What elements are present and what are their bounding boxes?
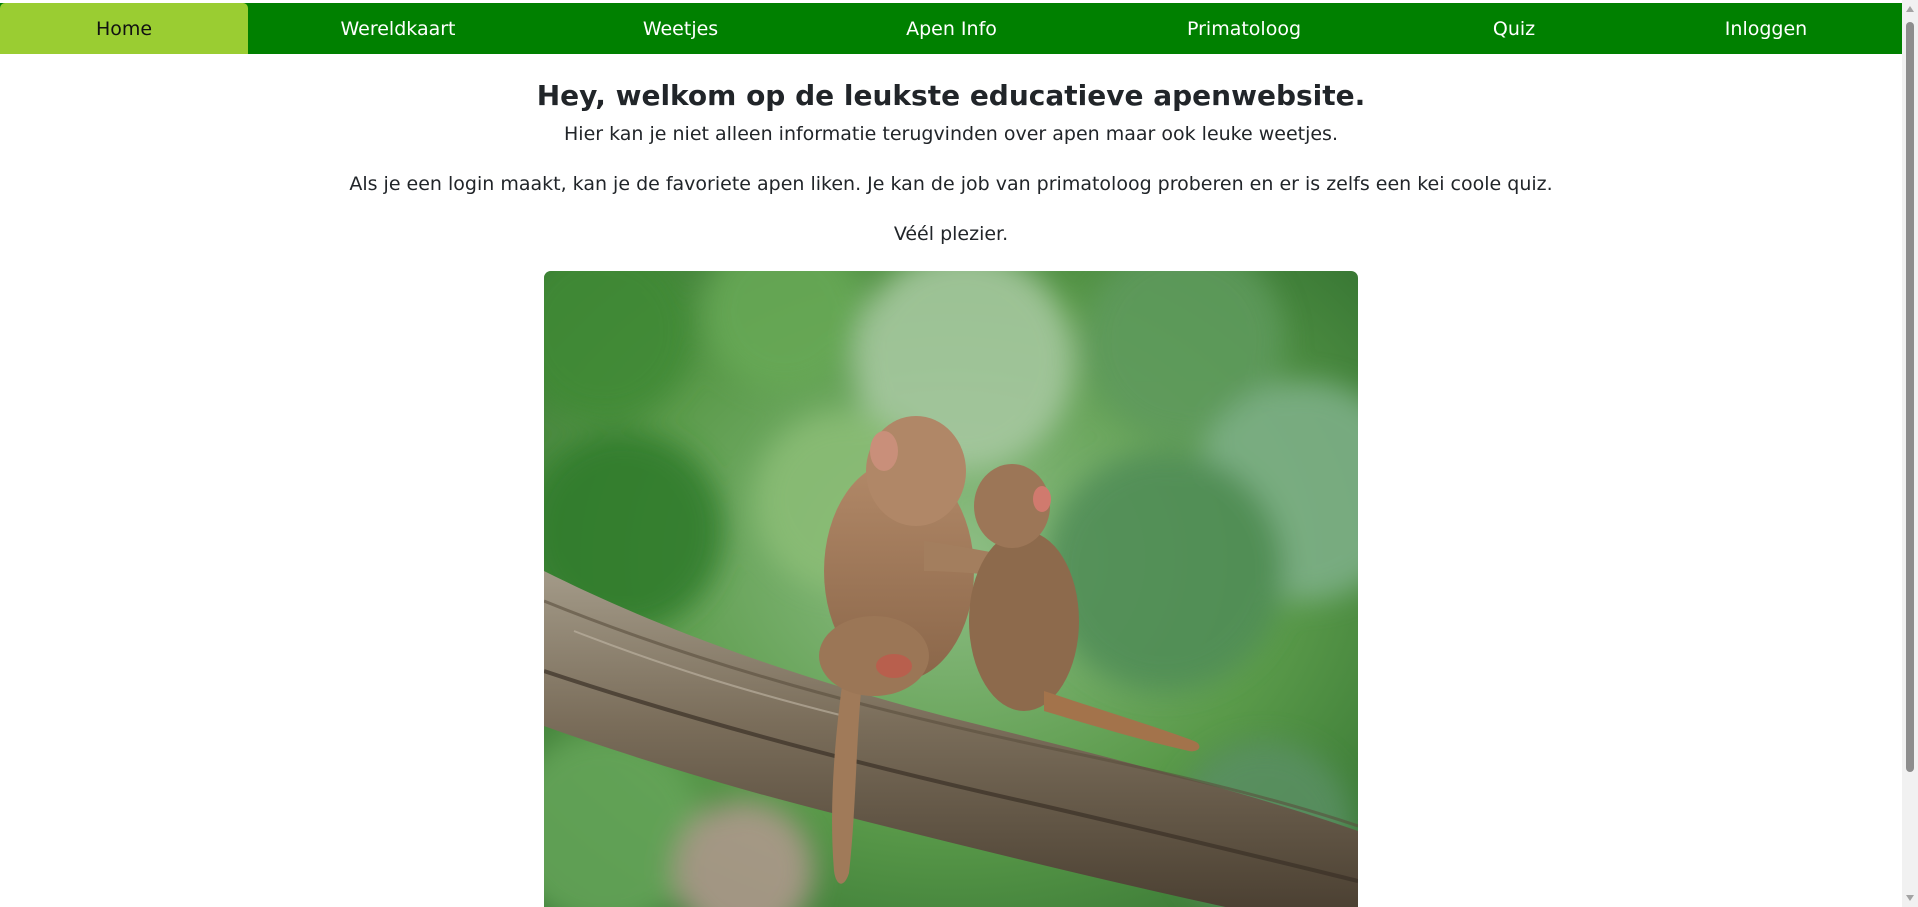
- nav-item-weetjes[interactable]: Weetjes: [548, 3, 813, 54]
- main-content: Hey, welkom op de leukste educatieve ape…: [0, 54, 1902, 248]
- nav-item-inloggen[interactable]: Inloggen: [1630, 3, 1902, 54]
- monkeys-hugging-photo: [544, 271, 1358, 907]
- nav-item-apen-info[interactable]: Apen Info: [813, 3, 1090, 54]
- nav-item-home[interactable]: Home: [0, 3, 248, 54]
- closing-text: Véél plezier.: [893, 223, 1009, 245]
- login-info-text: Als je een login maakt, kan je de favori…: [349, 173, 1553, 195]
- intro-text: Hier kan je niet alleen informatie terug…: [564, 123, 1338, 145]
- page-title: Hey, welkom op de leukste educatieve ape…: [536, 79, 1366, 112]
- nav-item-primatoloog[interactable]: Primatoloog: [1090, 3, 1398, 54]
- scroll-thumb[interactable]: [1906, 22, 1914, 772]
- nav-item-quiz[interactable]: Quiz: [1398, 3, 1630, 54]
- nav-item-wereldkaart[interactable]: Wereldkaart: [248, 3, 548, 54]
- scroll-up-arrow-icon[interactable]: [1906, 6, 1914, 12]
- vertical-scrollbar[interactable]: [1902, 0, 1918, 907]
- scroll-down-arrow-icon[interactable]: [1906, 895, 1914, 901]
- main-navbar: Home Wereldkaart Weetjes Apen Info Prima…: [0, 3, 1902, 54]
- page: Home Wereldkaart Weetjes Apen Info Prima…: [0, 0, 1918, 907]
